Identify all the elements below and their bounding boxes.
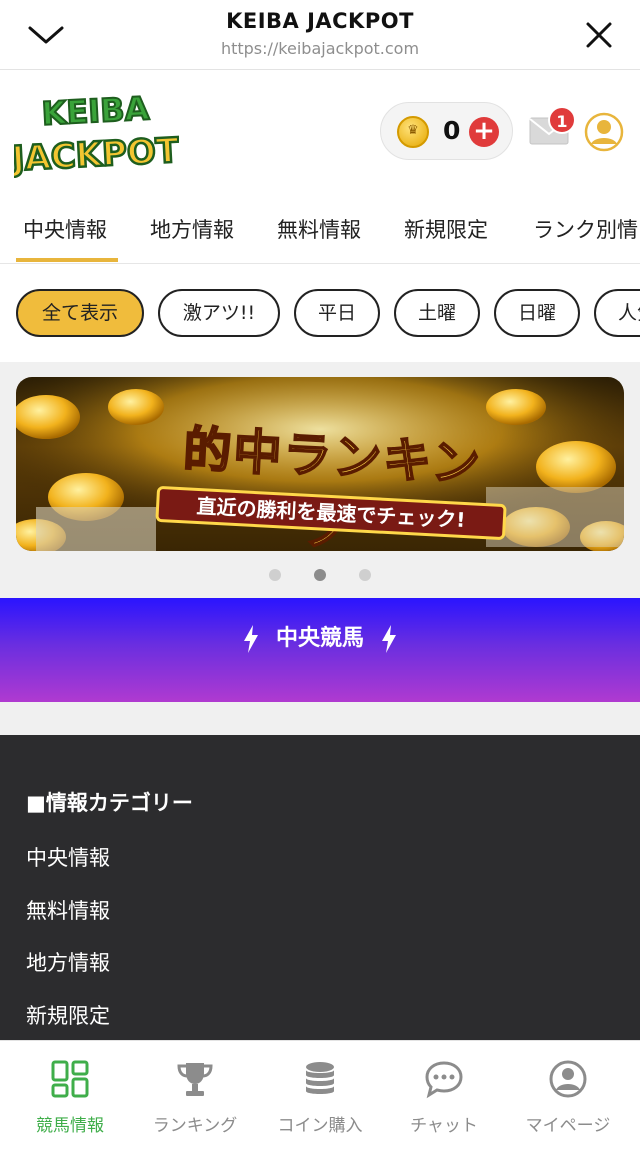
tab-local-info[interactable]: 地方情報	[150, 214, 234, 244]
svg-text:JACKPOT: JACKPOT	[14, 131, 179, 178]
nav-label: ランキング	[152, 1116, 238, 1136]
carousel-dot[interactable]	[359, 569, 371, 581]
carousel-dot-active[interactable]	[314, 569, 326, 581]
carousel-dot[interactable]	[269, 569, 281, 581]
nav-label: マイページ	[525, 1116, 611, 1136]
lightning-icon	[244, 625, 259, 653]
chip-hot[interactable]: 激アツ!!	[158, 289, 280, 337]
svg-text:KEIBA: KEIBA	[41, 89, 151, 133]
chip-saturday[interactable]: 土曜	[394, 289, 480, 337]
browser-url: https://keibajackpot.com	[220, 39, 420, 58]
grid-icon	[51, 1060, 89, 1098]
tab-by-rank[interactable]: ランク別情	[533, 214, 638, 244]
nav-label: コイン購入	[277, 1116, 363, 1136]
close-icon[interactable]	[584, 20, 614, 50]
section-title: 中央競馬	[275, 626, 364, 651]
coin-balance[interactable]: ♛ 0 +	[380, 102, 513, 160]
footer-link-central[interactable]: 中央情報	[26, 842, 110, 872]
active-tab-indicator	[16, 258, 118, 262]
tab-new-limited[interactable]: 新規限定	[404, 214, 488, 244]
add-coin-button[interactable]: +	[469, 117, 499, 147]
user-icon	[549, 1060, 587, 1098]
chip-show-all[interactable]: 全て表示	[16, 289, 144, 337]
ranking-banner[interactable]: 的中ランキング 直近の勝利を最速でチェック!	[16, 377, 624, 551]
footer-link-free[interactable]: 無料情報	[26, 895, 110, 925]
tab-free-info[interactable]: 無料情報	[277, 214, 361, 244]
category-tabs: 中央情報 地方情報 無料情報 新規限定 ランク別情	[0, 190, 640, 264]
footer-heading: ■情報カテゴリー	[26, 791, 193, 815]
filter-chips: 全て表示 激アツ!! 平日 土曜 日曜 人気	[0, 264, 640, 362]
browser-title: KEIBA JACKPOT	[226, 9, 414, 33]
chip-weekday[interactable]: 平日	[294, 289, 380, 337]
chip-popular[interactable]: 人気	[594, 289, 640, 337]
user-icon[interactable]	[584, 112, 624, 152]
nav-keiba-info[interactable]: 競馬情報	[6, 1041, 134, 1160]
coin-count: 0	[443, 116, 461, 145]
section-title-row: 中央競馬	[0, 620, 640, 653]
unread-badge: 1	[548, 106, 576, 134]
footer: ■情報カテゴリー 中央情報 無料情報 地方情報 新規限定	[0, 735, 640, 1040]
site-header: KEIBA JACKPOT ♛ 0 + 1	[0, 70, 640, 190]
footer-link-new[interactable]: 新規限定	[26, 1000, 110, 1030]
lightning-icon	[381, 625, 396, 653]
tab-central-info[interactable]: 中央情報	[23, 214, 107, 244]
chat-icon	[425, 1061, 463, 1099]
coin-icon: ♛	[397, 116, 429, 148]
nav-label: チャット	[410, 1116, 478, 1136]
keiba-jackpot-logo[interactable]: KEIBA JACKPOT	[14, 86, 179, 178]
trophy-icon	[177, 1063, 213, 1096]
nav-chat[interactable]: チャット	[380, 1041, 508, 1160]
nav-my-page[interactable]: マイページ	[504, 1041, 632, 1160]
browser-bar: KEIBA JACKPOT https://keibajackpot.com	[0, 0, 640, 70]
nav-ranking[interactable]: ランキング	[131, 1041, 259, 1160]
nav-label: 競馬情報	[36, 1116, 104, 1136]
bottom-navigation: 競馬情報 ランキング コイン購入 チャット マイページ	[0, 1040, 640, 1159]
section-spacer	[0, 702, 640, 735]
coins-icon	[306, 1062, 334, 1094]
banner-carousel: 的中ランキング 直近の勝利を最速でチェック!	[0, 362, 640, 598]
chip-sunday[interactable]: 日曜	[494, 289, 580, 337]
nav-buy-coins[interactable]: コイン購入	[256, 1041, 384, 1160]
footer-link-local[interactable]: 地方情報	[26, 947, 110, 977]
carousel-dots	[0, 569, 640, 581]
section-header: 中央競馬	[0, 598, 640, 702]
